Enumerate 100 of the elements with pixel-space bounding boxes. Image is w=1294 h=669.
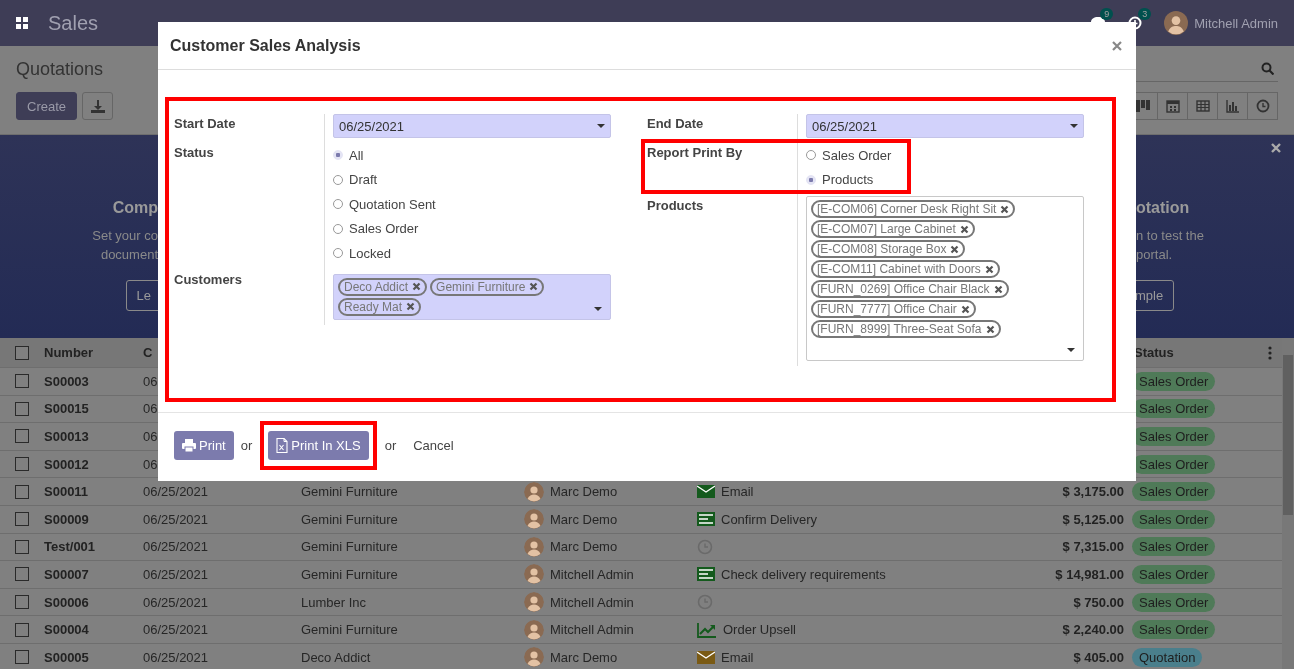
print-button[interactable]: Print xyxy=(174,431,234,460)
scrollbar[interactable] xyxy=(1282,338,1294,669)
table-cell: S00005 xyxy=(44,649,89,665)
remove-icon[interactable] xyxy=(984,264,994,274)
user-name[interactable]: Mitchell Admin xyxy=(1194,15,1278,31)
date-field[interactable]: 06/25/2021 xyxy=(806,114,1084,138)
table-cell: Marc Demo xyxy=(550,511,618,527)
field-label: Report Print By xyxy=(647,144,744,162)
remove-icon[interactable] xyxy=(529,282,539,291)
status-badge: Sales Order xyxy=(1132,620,1216,640)
list-view-button[interactable] xyxy=(1187,92,1218,120)
column-header[interactable]: Status xyxy=(1134,345,1174,360)
table-cell: S00004 xyxy=(44,622,89,638)
checkbox[interactable] xyxy=(15,622,29,637)
table-cell: 06/25/2021 xyxy=(143,594,209,610)
avatar-icon xyxy=(524,481,544,502)
search-icon[interactable] xyxy=(1261,62,1274,75)
activity-view-button[interactable] xyxy=(1247,92,1278,120)
table-cell: $ 5,125.00 xyxy=(1062,511,1124,527)
checkbox[interactable] xyxy=(15,512,29,527)
table-cell: $ 750.00 xyxy=(1073,594,1124,610)
checkbox[interactable] xyxy=(15,539,29,554)
close-icon[interactable] xyxy=(1271,143,1281,153)
table-cell: S00013 xyxy=(44,429,89,444)
checkbox[interactable] xyxy=(15,595,29,610)
checkbox[interactable] xyxy=(15,650,29,665)
remove-icon[interactable] xyxy=(960,304,970,314)
separator-text: or xyxy=(384,438,397,453)
kebab-icon[interactable] xyxy=(1268,345,1272,360)
print-button[interactable]: Print In XLS xyxy=(268,431,369,460)
cancel-link[interactable]: Cancel xyxy=(413,438,454,453)
radio-label[interactable]: Products xyxy=(822,172,874,188)
dialog-title: Customer Sales Analysis xyxy=(170,36,361,55)
table-cell: Email xyxy=(721,649,754,665)
radio-label[interactable]: Draft xyxy=(349,172,378,188)
table-cell: Marc Demo xyxy=(550,539,618,555)
remove-icon[interactable] xyxy=(993,284,1003,294)
caret-icon xyxy=(594,306,602,311)
tag-label: [E-COM08] Storage Box xyxy=(817,242,947,256)
radio-button[interactable] xyxy=(333,199,343,210)
tag-label: Gemini Furniture xyxy=(436,279,526,294)
remove-icon[interactable] xyxy=(950,244,960,254)
tag-label: [FURN_0269] Office Chair Black xyxy=(817,282,990,296)
table-cell: $ 7,315.00 xyxy=(1062,539,1124,555)
remove-icon[interactable] xyxy=(1000,204,1010,214)
radio-label[interactable]: Locked xyxy=(349,245,391,261)
download-button[interactable] xyxy=(82,92,114,120)
table-cell: $ 2,240.00 xyxy=(1062,622,1124,638)
table-cell: Confirm Delivery xyxy=(721,511,818,527)
avatar-icon xyxy=(524,536,544,557)
table-cell: Mitchell Admin xyxy=(550,566,634,582)
checkbox[interactable] xyxy=(15,484,29,499)
table-cell: S00011 xyxy=(44,484,89,500)
checkbox[interactable] xyxy=(15,345,29,360)
table-cell: S00006 xyxy=(44,594,89,610)
radio-label[interactable]: Sales Order xyxy=(822,147,892,163)
create-button[interactable]: Create xyxy=(16,92,78,120)
graph-view-button[interactable] xyxy=(1217,92,1248,120)
radio-button[interactable] xyxy=(333,174,343,185)
banner-title: Comp xyxy=(112,199,158,217)
table-cell: Marc Demo xyxy=(550,484,618,500)
clock-icon xyxy=(1255,99,1270,113)
remove-icon[interactable] xyxy=(406,302,416,311)
checkbox[interactable] xyxy=(15,567,29,582)
radio-label[interactable]: Sales Order xyxy=(349,221,419,237)
radio-label[interactable]: Quotation Sent xyxy=(349,196,436,212)
checkbox[interactable] xyxy=(15,374,29,389)
radio-button[interactable] xyxy=(806,150,816,161)
checkbox[interactable] xyxy=(15,457,29,472)
radio-label[interactable]: All xyxy=(349,147,364,163)
status-badge: Sales Order xyxy=(1132,482,1216,502)
date-field[interactable]: 06/25/2021 xyxy=(333,114,611,138)
tag-label: [E-COM06] Corner Desk Right Sit xyxy=(817,202,997,216)
column-header[interactable]: Number xyxy=(36,345,139,360)
count-badge: 3 xyxy=(1138,8,1152,20)
table-cell: 06/25/2021 xyxy=(143,649,209,665)
radio-button[interactable] xyxy=(333,248,343,259)
field-label: Products xyxy=(647,197,705,215)
table-cell: Gemini Furniture xyxy=(301,622,398,638)
banner-text: document xyxy=(100,246,158,264)
table-icon xyxy=(1195,99,1210,113)
radio-button[interactable] xyxy=(333,223,343,234)
table-cell: 06 xyxy=(143,401,158,417)
table-cell: Mitchell Admin xyxy=(550,594,634,610)
apps-icon[interactable] xyxy=(16,17,28,29)
avatar-icon[interactable] xyxy=(1164,11,1189,35)
tag-label: [FURN_8999] Three-Seat Sofa xyxy=(817,322,982,336)
field-label: Start Date xyxy=(174,115,237,133)
calendar-icon xyxy=(1165,99,1180,113)
tag-field[interactable]: [E-COM06] Corner Desk Right Sit [E-COM07] Large Cabinet [E-COM08] Storage Box [E-COM11] Cabinet with Doors [FURN_0269] Office Chair Black [FURN_7777] Office Chair [FURN_8999] Three-Seat Sofa xyxy=(806,196,1084,361)
table-cell: 06/25/2021 xyxy=(143,484,209,500)
remove-icon[interactable] xyxy=(959,224,969,234)
avatar-icon xyxy=(524,647,544,668)
close-icon[interactable] xyxy=(1112,40,1122,51)
checkbox[interactable] xyxy=(15,401,29,416)
checkbox[interactable] xyxy=(15,429,29,444)
scrollbar-thumb[interactable] xyxy=(1283,355,1293,515)
remove-icon[interactable] xyxy=(985,324,995,334)
remove-icon[interactable] xyxy=(412,282,422,291)
table-cell: S00009 xyxy=(44,511,89,527)
